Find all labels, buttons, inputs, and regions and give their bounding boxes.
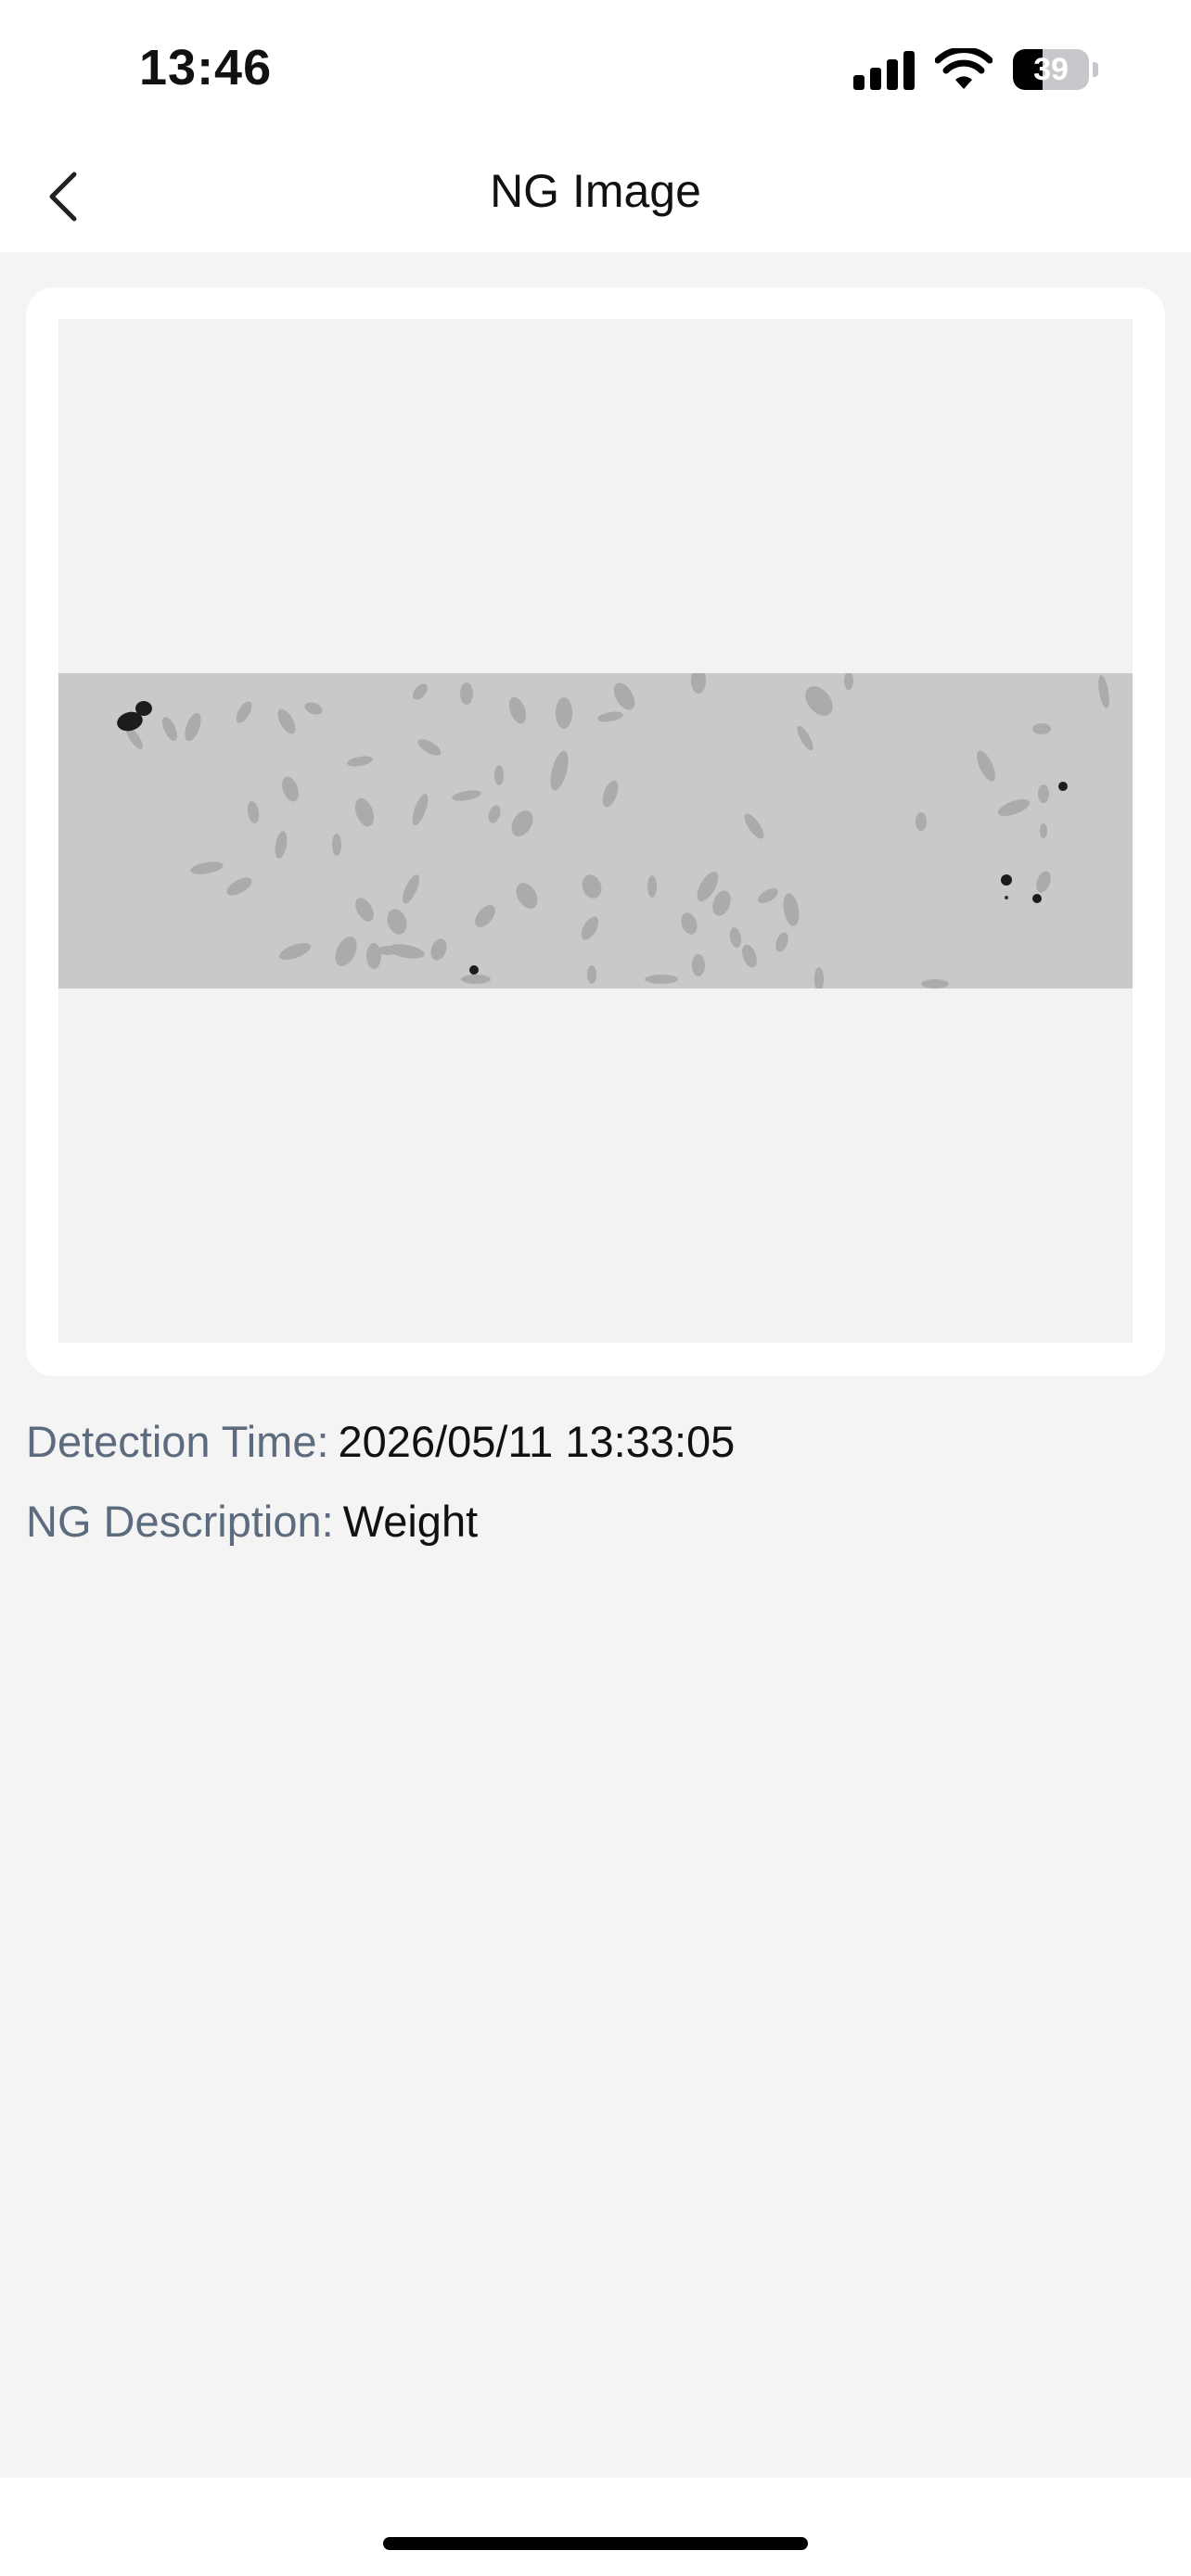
home-indicator[interactable] xyxy=(383,2537,808,2550)
ng-description-label: NG Description: xyxy=(26,1497,334,1546)
ng-description-row: NG Description: Weight xyxy=(26,1494,735,1549)
detection-time-value: 2026/05/11 13:33:05 xyxy=(338,1417,736,1466)
detection-time-label: Detection Time: xyxy=(26,1417,329,1466)
cellular-signal-icon xyxy=(853,49,915,90)
wifi-icon xyxy=(935,48,992,89)
scan-image-strip xyxy=(58,668,1133,991)
status-bar: 13:46 39 xyxy=(0,0,1191,139)
navigation-bar: NG Image xyxy=(0,139,1191,252)
status-icons: 39 xyxy=(853,46,1098,93)
ng-details: Detection Time: 2026/05/11 13:33:05 NG De… xyxy=(26,1414,735,1574)
ng-image[interactable] xyxy=(58,319,1133,1343)
ng-image-card xyxy=(26,287,1165,1376)
home-indicator-area xyxy=(0,2478,1191,2576)
page-title: NG Image xyxy=(490,165,701,217)
battery-level-text: 39 xyxy=(1033,52,1069,87)
back-button[interactable] xyxy=(26,159,100,234)
ng-description-value: Weight xyxy=(342,1497,479,1546)
chevron-left-icon xyxy=(49,172,77,222)
battery-icon: 39 xyxy=(1013,49,1098,90)
status-time: 13:46 xyxy=(139,40,273,96)
detection-time-row: Detection Time: 2026/05/11 13:33:05 xyxy=(26,1414,735,1470)
scanned-particles-image xyxy=(117,668,1109,991)
